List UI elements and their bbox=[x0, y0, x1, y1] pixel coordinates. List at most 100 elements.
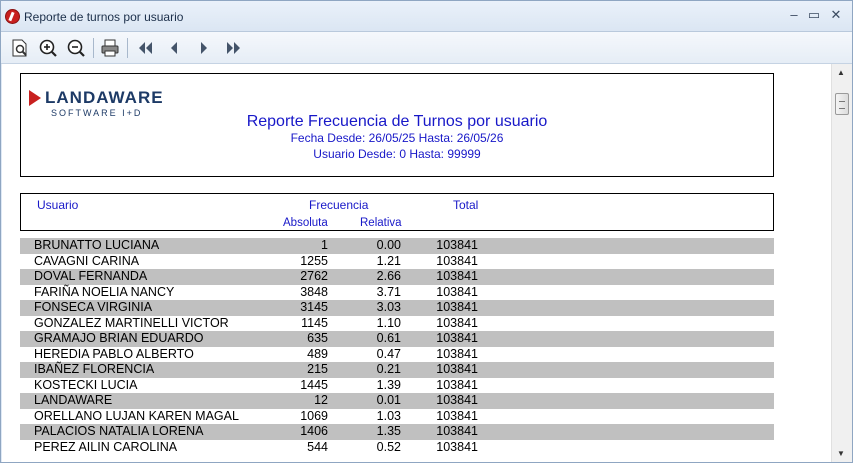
total-value: 103841 bbox=[436, 439, 478, 454]
user-name: IBAÑEZ FLORENCIA bbox=[34, 362, 155, 376]
total-value: 103841 bbox=[436, 377, 478, 392]
frecuencia-relativa: 1.35 bbox=[376, 424, 401, 438]
total-value: 103841 bbox=[436, 408, 478, 423]
frecuencia-relativa: 0.52 bbox=[376, 439, 401, 454]
frecuencia-absoluta: 1406 bbox=[300, 424, 328, 438]
print-icon[interactable] bbox=[99, 37, 121, 59]
table-row: LANDAWARE 12 0.01 103841 bbox=[20, 393, 774, 409]
frecuencia-relativa: 1.39 bbox=[376, 377, 401, 392]
frecuencia-absoluta: 2762 bbox=[300, 269, 328, 283]
table-row: PEREZ AILIN CAROLINA 544 0.52 103841 bbox=[20, 440, 774, 456]
zoom-out-icon[interactable] bbox=[65, 37, 87, 59]
user-name: CAVAGNI CARINA bbox=[34, 253, 140, 268]
report-page: LANDAWARE SOFTWARE I+D Reporte Frecuenci… bbox=[2, 64, 831, 462]
report-rows: BRUNATTO LUCIANA 1 0.00 103841 CAVAGNI CARIN… bbox=[20, 238, 774, 455]
table-row: KOSTECKI LUCIA 1445 1.39 103841 bbox=[20, 378, 774, 394]
user-name: PEREZ AILIN CAROLINA bbox=[34, 439, 178, 454]
page-preview-icon[interactable] bbox=[9, 37, 31, 59]
frecuencia-absoluta: 635 bbox=[307, 331, 328, 345]
date-range: Fecha Desde: 26/05/25 Hasta: 26/05/26 bbox=[290, 131, 504, 145]
total-value: 103841 bbox=[436, 284, 478, 299]
frecuencia-absoluta: 1 bbox=[321, 238, 328, 252]
table-row: PALACIOS NATALIA LORENA 1406 1.35 103841 bbox=[20, 424, 774, 440]
user-name: BRUNATTO LUCIANA bbox=[34, 238, 160, 252]
frecuencia-absoluta: 544 bbox=[307, 439, 328, 454]
user-name: ORELLANO LUJAN KAREN MAGAL bbox=[34, 408, 239, 423]
user-name: FONSECA VIRGINIA bbox=[34, 300, 153, 314]
next-page-icon[interactable] bbox=[193, 37, 215, 59]
table-row: IBAÑEZ FLORENCIA 215 0.21 103841 bbox=[20, 362, 774, 378]
user-name: FARIÑA NOELIA NANCY bbox=[34, 284, 175, 299]
column-relativa: Relativa bbox=[360, 217, 402, 229]
window-title: Reporte de turnos por usuario bbox=[24, 10, 184, 24]
toolbar-separator bbox=[93, 38, 94, 58]
frecuencia-relativa: 0.47 bbox=[376, 346, 401, 361]
frecuencia-absoluta: 3145 bbox=[300, 300, 328, 314]
column-frecuencia: Frecuencia bbox=[309, 198, 369, 212]
minimize-button[interactable]: – bbox=[785, 7, 803, 25]
frecuencia-absoluta: 1445 bbox=[300, 377, 328, 392]
frecuencia-relativa: 3.71 bbox=[376, 284, 401, 299]
toolbar bbox=[1, 32, 852, 64]
frecuencia-relativa: 0.00 bbox=[376, 238, 401, 252]
column-total: Total bbox=[453, 198, 479, 212]
table-row: BRUNATTO LUCIANA 1 0.00 103841 bbox=[20, 238, 774, 254]
frecuencia-absoluta: 12 bbox=[314, 393, 328, 407]
first-page-icon[interactable] bbox=[134, 37, 156, 59]
report-window: Reporte de turnos por usuario – ▭ ✕ LAND… bbox=[0, 0, 853, 463]
frecuencia-absoluta: 489 bbox=[307, 346, 328, 361]
maximize-button[interactable]: ▭ bbox=[805, 7, 823, 25]
total-value: 103841 bbox=[436, 424, 478, 438]
title-bar[interactable]: Reporte de turnos por usuario – ▭ ✕ bbox=[1, 1, 852, 32]
column-usuario: Usuario bbox=[37, 198, 79, 212]
total-value: 103841 bbox=[436, 346, 478, 361]
scroll-up-icon[interactable]: ▲ bbox=[837, 68, 845, 77]
app-icon bbox=[5, 9, 20, 24]
column-absoluta: Absoluta bbox=[283, 217, 328, 229]
frecuencia-absoluta: 1145 bbox=[301, 315, 328, 330]
table-row: GONZALEZ MARTINELLI VICTOR 1145 1.10 103841 bbox=[20, 316, 774, 332]
close-button[interactable]: ✕ bbox=[827, 7, 845, 25]
total-value: 103841 bbox=[436, 362, 478, 376]
report-title: Reporte Frecuencia de Turnos por usuario bbox=[246, 113, 548, 130]
frecuencia-absoluta: 3848 bbox=[300, 284, 328, 299]
frecuencia-absoluta: 215 bbox=[307, 362, 328, 376]
table-row: CAVAGNI CARINA 1255 1.21 103841 bbox=[20, 254, 774, 270]
frecuencia-relativa: 3.03 bbox=[376, 300, 401, 314]
frecuencia-absoluta: 1255 bbox=[300, 253, 328, 268]
toolbar-separator bbox=[127, 38, 128, 58]
total-value: 103841 bbox=[436, 253, 478, 268]
frecuencia-relativa: 0.01 bbox=[376, 393, 401, 407]
table-row: FONSECA VIRGINIA 3145 3.03 103841 bbox=[20, 300, 774, 316]
scroll-down-icon[interactable]: ▼ bbox=[837, 449, 845, 458]
frecuencia-relativa: 1.10 bbox=[376, 315, 401, 330]
logo-name: LANDAWARE bbox=[45, 88, 164, 107]
frecuencia-relativa: 2.66 bbox=[376, 269, 401, 283]
table-row: HEREDIA PABLO ALBERTO 489 0.47 103841 bbox=[20, 347, 774, 363]
total-value: 103841 bbox=[436, 300, 478, 314]
frecuencia-relativa: 0.21 bbox=[376, 362, 401, 376]
scroll-thumb[interactable] bbox=[835, 93, 849, 115]
user-name: GONZALEZ MARTINELLI VICTOR bbox=[34, 315, 229, 330]
user-name: PALACIOS NATALIA LORENA bbox=[34, 424, 204, 438]
user-name: LANDAWARE bbox=[34, 393, 113, 407]
table-row: ORELLANO LUJAN KAREN MAGAL 1069 1.03 103841 bbox=[20, 409, 774, 425]
total-value: 103841 bbox=[436, 393, 478, 407]
table-row: GRAMAJO BRIAN EDUARDO 635 0.61 103841 bbox=[20, 331, 774, 347]
user-name: KOSTECKI LUCIA bbox=[34, 377, 138, 392]
frecuencia-relativa: 0.61 bbox=[376, 331, 401, 345]
landaware-logo-icon bbox=[29, 90, 41, 106]
frecuencia-relativa: 1.21 bbox=[376, 253, 401, 268]
zoom-in-icon[interactable] bbox=[37, 37, 59, 59]
vertical-scrollbar[interactable]: ▲ ▼ bbox=[831, 64, 852, 462]
column-header-box: Usuario Frecuencia Total Absoluta Relati… bbox=[20, 193, 774, 231]
total-value: 103841 bbox=[436, 331, 478, 345]
frecuencia-relativa: 1.03 bbox=[376, 408, 401, 423]
previous-page-icon[interactable] bbox=[163, 37, 185, 59]
user-name: GRAMAJO BRIAN EDUARDO bbox=[34, 331, 204, 345]
user-name: HEREDIA PABLO ALBERTO bbox=[34, 346, 194, 361]
total-value: 103841 bbox=[436, 238, 478, 252]
report-header: LANDAWARE SOFTWARE I+D Reporte Frecuenci… bbox=[20, 73, 774, 177]
total-value: 103841 bbox=[436, 315, 478, 330]
last-page-icon[interactable] bbox=[223, 37, 245, 59]
